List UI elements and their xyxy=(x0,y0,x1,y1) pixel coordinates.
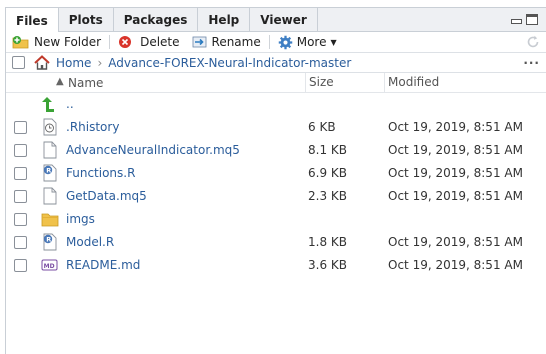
file-list-header: ▲ Name Size Modified xyxy=(6,73,546,93)
file-name-link[interactable]: Functions.R xyxy=(66,166,135,180)
file-modified: Oct 19, 2019, 8:51 AM xyxy=(388,235,523,249)
svg-text:R: R xyxy=(46,236,51,244)
gear-icon xyxy=(278,35,292,49)
file-modified: Oct 19, 2019, 8:51 AM xyxy=(388,120,523,134)
more-path-button[interactable]: ... xyxy=(523,53,540,67)
file-row[interactable]: MD README.md 3.6 KB Oct 19, 2019, 8:51 A… xyxy=(6,254,546,277)
tab-viewer[interactable]: Viewer xyxy=(250,8,318,31)
more-button[interactable]: More ▼ xyxy=(278,35,337,50)
breadcrumb-home[interactable]: Home xyxy=(56,56,91,70)
file-checkbox[interactable] xyxy=(14,190,27,203)
file-size: 2.3 KB xyxy=(308,189,347,203)
file-name-link[interactable]: .Rhistory xyxy=(66,120,119,134)
files-pane: Files Plots Packages Help Viewer New Fol… xyxy=(5,7,546,354)
refresh-icon[interactable] xyxy=(526,35,540,49)
dropdown-caret-icon: ▼ xyxy=(330,37,337,47)
tab-plots[interactable]: Plots xyxy=(59,8,114,31)
files-toolbar: New Folder Delete Rename More ▼ xyxy=(6,32,546,53)
tab-bar: Files Plots Packages Help Viewer xyxy=(6,8,546,33)
file-checkbox[interactable] xyxy=(14,121,27,134)
file-size: 3.6 KB xyxy=(308,258,347,272)
rhistory-icon xyxy=(43,118,57,136)
svg-text:R: R xyxy=(46,167,51,175)
toolbar-divider xyxy=(109,35,111,49)
column-header-name[interactable]: Name xyxy=(68,76,103,90)
column-header-modified[interactable]: Modified xyxy=(384,73,439,93)
breadcrumb-current-folder[interactable]: Advance-FOREX-Neural-Indicator-master xyxy=(108,56,351,70)
delete-icon xyxy=(119,36,132,48)
r-script-icon: R xyxy=(43,164,57,182)
file-checkbox[interactable] xyxy=(14,236,27,249)
file-name-link[interactable]: Model.R xyxy=(66,235,114,249)
rename-icon xyxy=(192,36,206,48)
file-row[interactable]: AdvanceNeuralIndicator.mq5 8.1 KB Oct 19… xyxy=(6,139,546,162)
file-modified: Oct 19, 2019, 8:51 AM xyxy=(388,189,523,203)
file-name-link[interactable]: GetData.mq5 xyxy=(66,189,147,203)
file-name-link[interactable]: README.md xyxy=(66,258,140,272)
file-checkbox[interactable] xyxy=(14,213,27,226)
file-row[interactable]: GetData.mq5 2.3 KB Oct 19, 2019, 8:51 AM xyxy=(6,185,546,208)
delete-label: Delete xyxy=(140,35,180,49)
window-controls xyxy=(511,14,538,25)
file-modified: Oct 19, 2019, 8:51 AM xyxy=(388,166,523,180)
svg-text:MD: MD xyxy=(44,263,55,270)
parent-directory-row[interactable]: .. xyxy=(6,93,546,116)
more-label: More xyxy=(296,35,327,49)
rename-button[interactable]: Rename xyxy=(192,35,261,49)
breadcrumb-separator: › xyxy=(97,55,103,70)
file-name-link[interactable]: imgs xyxy=(66,212,95,226)
delete-button[interactable]: Delete xyxy=(118,35,180,49)
file-size: 6 KB xyxy=(308,120,336,134)
up-arrow-icon xyxy=(42,97,54,112)
file-checkbox[interactable] xyxy=(14,144,27,157)
file-size: 8.1 KB xyxy=(308,143,347,157)
rename-label: Rename xyxy=(211,35,261,49)
file-row[interactable]: R Model.R 1.8 KB Oct 19, 2019, 8:51 AM xyxy=(6,231,546,254)
home-icon[interactable] xyxy=(34,55,50,70)
column-header-size[interactable]: Size xyxy=(305,73,334,93)
select-all-checkbox[interactable] xyxy=(12,56,25,69)
file-row[interactable]: R Functions.R 6.9 KB Oct 19, 2019, 8:51 … xyxy=(6,162,546,185)
file-modified: Oct 19, 2019, 8:51 AM xyxy=(388,143,523,157)
file-size: 1.8 KB xyxy=(308,235,347,249)
sort-ascending-icon: ▲ xyxy=(56,76,64,87)
file-row[interactable]: .Rhistory 6 KB Oct 19, 2019, 8:51 AM xyxy=(6,116,546,139)
parent-directory-link[interactable]: .. xyxy=(66,97,74,111)
file-name-link[interactable]: AdvanceNeuralIndicator.mq5 xyxy=(66,143,240,157)
folder-icon xyxy=(41,213,59,227)
minimize-pane-icon[interactable] xyxy=(511,19,522,24)
tab-help[interactable]: Help xyxy=(198,8,251,31)
maximize-pane-icon[interactable] xyxy=(526,14,538,25)
tab-packages[interactable]: Packages xyxy=(114,8,199,31)
markdown-icon: MD xyxy=(41,259,58,271)
new-folder-label: New Folder xyxy=(34,35,102,49)
tab-files[interactable]: Files xyxy=(6,8,59,33)
breadcrumb: Home › Advance-FOREX-Neural-Indicator-ma… xyxy=(6,53,546,73)
document-icon xyxy=(43,141,57,159)
new-folder-button[interactable]: New Folder xyxy=(12,35,101,49)
r-script-icon: R xyxy=(43,233,57,251)
file-modified: Oct 19, 2019, 8:51 AM xyxy=(388,258,523,272)
new-folder-icon xyxy=(12,36,29,49)
file-checkbox[interactable] xyxy=(14,259,27,272)
file-size: 6.9 KB xyxy=(308,166,347,180)
document-icon xyxy=(43,187,57,205)
toolbar-divider xyxy=(268,35,270,49)
folder-row[interactable]: imgs xyxy=(6,208,546,231)
file-checkbox[interactable] xyxy=(14,167,27,180)
